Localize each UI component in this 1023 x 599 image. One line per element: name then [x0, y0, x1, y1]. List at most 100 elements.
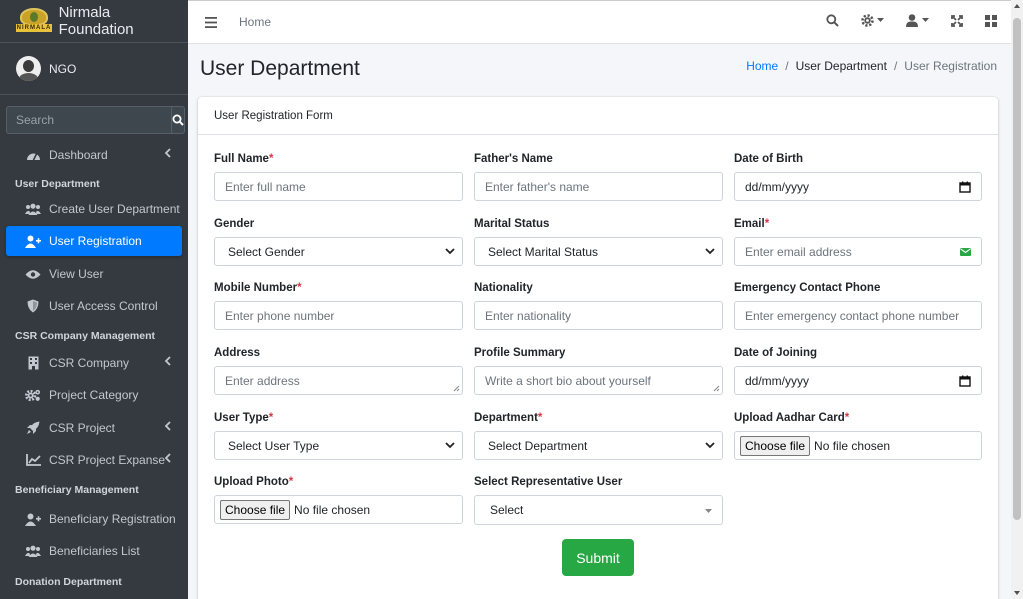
- dob-label: Date of Birth: [734, 153, 803, 165]
- sidebar-item-user-access-control[interactable]: User Access Control: [6, 291, 182, 321]
- breadcrumb-current: User Registration: [904, 59, 997, 73]
- user-type-label: User Type*: [214, 412, 274, 424]
- email-group: Email* Enter email address: [734, 217, 982, 266]
- user-panel[interactable]: NGO: [0, 43, 188, 95]
- sidebar-item-csr-company[interactable]: CSR Company: [6, 348, 182, 378]
- sidebar-item-create-user-department[interactable]: Create User Department: [6, 194, 182, 224]
- dashboard-icon: [25, 147, 41, 163]
- sidebar-item-label: User Registration: [49, 234, 142, 248]
- aadhar-file-input[interactable]: Choose file No file chosen: [734, 431, 982, 460]
- emergency-phone-label: Emergency Contact Phone: [734, 282, 881, 294]
- cogs-icon: [25, 387, 41, 403]
- nationality-label: Nationality: [474, 282, 533, 294]
- nationality-group: Nationality Enter nationality: [474, 281, 723, 330]
- profile-summary-textarea[interactable]: Write a short bio about yourself: [474, 366, 723, 395]
- nav-header-beneficiary-management: Beneficiary Management: [15, 484, 139, 496]
- sidebar-item-label: Dashboard: [49, 148, 108, 162]
- sidebar-item-label: User Access Control: [49, 299, 158, 313]
- sidebar-item-label: Beneficiary Registration: [49, 512, 176, 526]
- topbar-control-sidebar-button[interactable]: [985, 14, 997, 27]
- sidebar-item-view-user[interactable]: View User: [6, 259, 182, 289]
- calendar-icon[interactable]: [959, 375, 971, 387]
- sidebar-item-label: Create User Department: [49, 202, 180, 216]
- mobile-label: Mobile Number*: [214, 282, 302, 294]
- grid-icon: [985, 14, 997, 27]
- scrollbar-thumb[interactable]: [1013, 18, 1021, 520]
- caret-down-icon: [705, 509, 712, 513]
- full-name-input[interactable]: Enter full name: [214, 172, 463, 201]
- topbar-search-button[interactable]: [826, 14, 839, 27]
- photo-label: Upload Photo*: [214, 476, 294, 488]
- address-label: Address: [214, 347, 261, 359]
- sidebar-item-beneficiary-registration[interactable]: Beneficiary Registration: [6, 504, 182, 534]
- resize-handle-icon[interactable]: [713, 385, 720, 392]
- topbar-fullscreen-button[interactable]: [951, 14, 963, 27]
- dob-input[interactable]: dd/mm/yyyy: [734, 172, 982, 201]
- topbar-user-dropdown[interactable]: [906, 14, 929, 27]
- photo-file-input[interactable]: Choose file No file chosen: [214, 495, 463, 524]
- calendar-icon[interactable]: [959, 181, 971, 193]
- topbar-settings-dropdown[interactable]: [861, 14, 884, 27]
- hamburger-menu-icon[interactable]: [205, 16, 217, 28]
- dob-group: Date of Birth dd/mm/yyyy: [734, 152, 982, 201]
- avatar: [16, 56, 41, 81]
- topbar-home-link[interactable]: Home: [239, 15, 271, 29]
- father-name-input[interactable]: Enter father's name: [474, 172, 723, 201]
- representative-label: Select Representative User: [474, 476, 623, 488]
- sidebar-item-beneficiaries-list[interactable]: Beneficiaries List: [6, 536, 182, 566]
- scroll-down-arrow-icon[interactable]: [1014, 591, 1020, 595]
- topbar: Home: [188, 0, 1011, 44]
- breadcrumb: Home / User Department / User Registrati…: [746, 59, 997, 73]
- doj-input[interactable]: dd/mm/yyyy: [734, 366, 982, 395]
- email-input[interactable]: Enter email address: [734, 237, 982, 266]
- sidebar-item-csr-project[interactable]: CSR Project: [6, 413, 182, 443]
- emergency-phone-input[interactable]: Enter emergency contact phone number: [734, 301, 982, 330]
- search-icon: [172, 114, 184, 126]
- sidebar-search-input[interactable]: [6, 106, 171, 134]
- nationality-input[interactable]: Enter nationality: [474, 301, 723, 330]
- marital-status-label: Marital Status: [474, 218, 550, 230]
- sidebar-item-csr-project-expanse[interactable]: CSR Project Expanse: [6, 445, 182, 475]
- doj-label: Date of Joining: [734, 347, 818, 359]
- gender-select[interactable]: Select Gender: [214, 237, 463, 266]
- chevron-down-icon: [705, 248, 715, 255]
- nav-header-donation-department: Donation Department: [15, 576, 122, 588]
- page-scrollbar[interactable]: [1011, 0, 1023, 599]
- marital-status-select[interactable]: Select Marital Status: [474, 237, 723, 266]
- rocket-icon: [25, 420, 41, 436]
- sidebar-item-label: View User: [49, 267, 104, 281]
- breadcrumb-home[interactable]: Home: [746, 59, 778, 73]
- father-name-label: Father's Name: [474, 153, 553, 165]
- department-select[interactable]: Select Department: [474, 431, 723, 460]
- sidebar: NIRMALA Nirmala Foundation NGO Dashboard…: [0, 0, 188, 599]
- brand-link[interactable]: NIRMALA Nirmala Foundation: [0, 0, 188, 43]
- address-textarea[interactable]: Enter address: [214, 366, 463, 395]
- mobile-input[interactable]: Enter phone number: [214, 301, 463, 330]
- sidebar-search-button[interactable]: [171, 106, 185, 134]
- user-type-select[interactable]: Select User Type: [214, 431, 463, 460]
- marital-status-group: Marital Status Select Marital Status: [474, 217, 723, 266]
- user-name: NGO: [49, 61, 77, 76]
- user-plus-icon: [25, 233, 41, 249]
- representative-select[interactable]: Select: [474, 495, 723, 525]
- envelope-icon: [960, 248, 971, 256]
- gender-label: Gender: [214, 218, 255, 230]
- address-group: Address Enter address: [214, 346, 463, 395]
- scroll-up-arrow-icon[interactable]: [1014, 4, 1020, 8]
- brand-name: Nirmala Foundation: [58, 4, 134, 38]
- sidebar-item-user-registration[interactable]: User Registration: [6, 226, 182, 256]
- submit-button[interactable]: Submit: [562, 539, 634, 576]
- breadcrumb-user-department[interactable]: User Department: [796, 59, 887, 73]
- department-group: Department* Select Department: [474, 411, 723, 460]
- sidebar-item-dashboard[interactable]: Dashboard: [6, 140, 182, 170]
- chevron-down-icon: [705, 442, 715, 449]
- card-header: User Registration Form: [198, 97, 998, 135]
- photo-choose-file-button[interactable]: Choose file: [220, 499, 291, 520]
- aadhar-file-status: No file chosen: [814, 438, 891, 453]
- sidebar-item-project-category[interactable]: Project Category: [6, 380, 182, 410]
- chevron-left-icon: [164, 453, 171, 463]
- sidebar-item-label: CSR Project: [49, 421, 116, 435]
- aadhar-choose-file-button[interactable]: Choose file: [740, 435, 811, 456]
- resize-handle-icon[interactable]: [453, 385, 460, 392]
- breadcrumb-separator: /: [893, 59, 898, 73]
